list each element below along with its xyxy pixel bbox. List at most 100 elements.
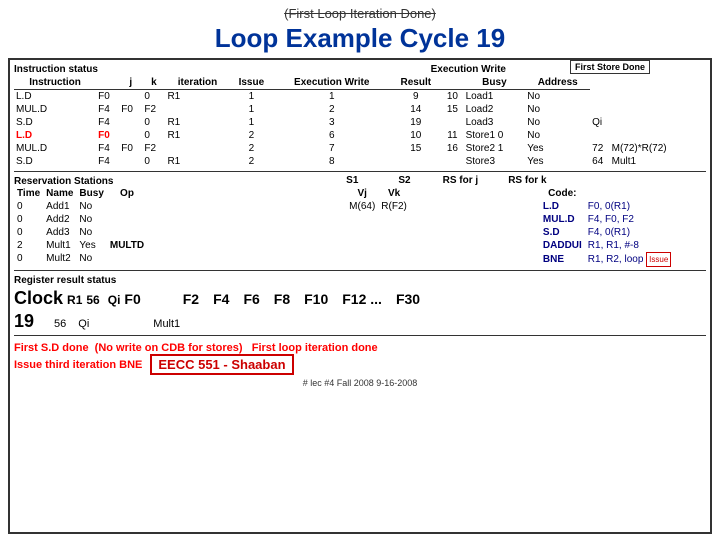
instr-address: 72 M(72)*R(72) bbox=[590, 142, 706, 155]
instr-write: 15 bbox=[441, 103, 463, 116]
reg-f12: F12 ... bbox=[342, 291, 382, 307]
res-time: 0 bbox=[14, 252, 43, 265]
instr-exec: 19 bbox=[390, 116, 441, 129]
instr-wb: Store3 bbox=[464, 155, 526, 168]
instr-reg: F0 bbox=[96, 90, 119, 104]
reservation-label: Reservation Stations bbox=[14, 176, 113, 187]
instr-k: 0 bbox=[142, 129, 165, 142]
instr-exec: 9 bbox=[390, 90, 441, 104]
res-busy-col: Busy bbox=[76, 187, 106, 200]
instr-busy: Yes bbox=[525, 155, 590, 168]
instr-iteration: 1 bbox=[230, 90, 274, 104]
instr-k: 0 bbox=[142, 90, 165, 104]
r1-56-label: 56 bbox=[54, 318, 66, 330]
instr-write bbox=[441, 116, 463, 129]
table-row: S.D F4 0 R1 1 3 19 Load3 No Qi bbox=[14, 116, 706, 129]
instr-col-exec: Execution Write bbox=[273, 76, 390, 90]
res-vk-col: Vk bbox=[378, 187, 410, 200]
instr-busy: No bbox=[525, 90, 590, 104]
instr-col-issue: Issue bbox=[230, 76, 274, 90]
instr-col-instruction: Instruction bbox=[14, 76, 96, 90]
instr-busy: No bbox=[525, 129, 590, 142]
instr-iteration: 1 bbox=[230, 116, 274, 129]
table-row: L.D F0 0 R1 1 1 9 10 Load1 No bbox=[14, 90, 706, 104]
instr-iter-k: R1 bbox=[165, 116, 229, 129]
instr-iteration: 1 bbox=[230, 103, 274, 116]
first-store-badge: First Store Done bbox=[570, 60, 650, 74]
instr-write: 16 bbox=[441, 142, 463, 155]
res-op bbox=[107, 252, 147, 265]
instr-address bbox=[590, 90, 706, 104]
instr-iter-k bbox=[165, 103, 229, 116]
instr-issue: 8 bbox=[273, 155, 390, 168]
res-code-header-row: Code: bbox=[540, 187, 674, 200]
res-busy: No bbox=[76, 200, 106, 213]
table-row: 0 Add1 No bbox=[14, 200, 147, 213]
res-name: Mult2 bbox=[43, 252, 76, 265]
instr-address bbox=[590, 129, 706, 142]
res-op-col: Op bbox=[107, 187, 147, 200]
res-code-args-col bbox=[585, 187, 675, 200]
table-row: S.D F4, 0(R1) bbox=[540, 226, 674, 239]
res-time-col: Time bbox=[14, 187, 43, 200]
instr-col-write: Result bbox=[390, 76, 441, 90]
table-row: MUL.D F4, F0, F2 bbox=[540, 213, 674, 226]
instr-iter-k: R1 bbox=[165, 90, 229, 104]
instr-iteration: 2 bbox=[230, 155, 274, 168]
res-busy: No bbox=[76, 226, 106, 239]
reg-result-section: Register result status Clock R1 56 Qi F0… bbox=[14, 274, 706, 332]
instr-wb: Store1 0 bbox=[464, 129, 526, 142]
reg-spacer: F2 bbox=[183, 291, 199, 307]
res-code-col: Code: bbox=[540, 187, 585, 200]
instr-name: MUL.D bbox=[14, 142, 96, 155]
instruction-section: Instruction status Execution Write Instr… bbox=[14, 64, 706, 168]
instr-write: 10 bbox=[441, 90, 463, 104]
instr-reg: F4 bbox=[96, 155, 119, 168]
instr-col-address: Address bbox=[525, 76, 590, 90]
instr-j: F0 bbox=[119, 103, 142, 116]
table-row: L.D F0, 0(R1) bbox=[540, 200, 674, 213]
instr-iteration: 2 bbox=[230, 129, 274, 142]
res-vjvk-header-row: Vj Vk bbox=[346, 187, 410, 200]
res-time: 0 bbox=[14, 213, 43, 226]
instr-col-iteration: iteration bbox=[165, 76, 229, 90]
reg-f6: F6 bbox=[243, 291, 259, 307]
bottom-notes: First S.D done (No write on CDB for stor… bbox=[14, 339, 706, 377]
res-code-op: S.D bbox=[540, 226, 585, 239]
instr-address bbox=[590, 103, 706, 116]
reg-f30: F30 bbox=[396, 291, 420, 307]
table-row: L.D F0 0 R1 2 6 10 11 Store1 0 No bbox=[14, 129, 706, 142]
reg-f8: F8 bbox=[274, 291, 290, 307]
reservation-section: Reservation Stations S1 S2 RS for j RS f… bbox=[14, 175, 706, 267]
instr-j: F0 bbox=[119, 142, 142, 155]
instr-issue: 1 bbox=[273, 90, 390, 104]
instr-wb: Load1 bbox=[464, 90, 526, 104]
res-code-args: R1, R1, #-8 bbox=[585, 239, 675, 252]
res-code-args: R1, R2, loop Issue bbox=[585, 252, 675, 267]
instr-j bbox=[119, 90, 142, 104]
instr-iter-k bbox=[165, 142, 229, 155]
instr-col-wb bbox=[441, 76, 463, 90]
table-row: MUL.D F4 F0 F2 1 2 14 15 Load2 No bbox=[14, 103, 706, 116]
instr-k: F2 bbox=[142, 103, 165, 116]
res-time: 0 bbox=[14, 200, 43, 213]
divider-1 bbox=[14, 171, 706, 172]
note-line-2: Issue third iteration BNE EECC 551 - Sha… bbox=[14, 354, 706, 375]
instr-issue: 7 bbox=[273, 142, 390, 155]
res-code-op: BNE bbox=[540, 252, 585, 267]
instr-busy: No bbox=[525, 103, 590, 116]
res-op: MULTD bbox=[107, 239, 147, 252]
instr-name: MUL.D bbox=[14, 103, 96, 116]
instr-wb: Store2 1 bbox=[464, 142, 526, 155]
clock-value: 19 bbox=[14, 311, 34, 332]
note-line-1: First S.D done (No write on CDB for stor… bbox=[14, 342, 706, 354]
instr-reg: F4 bbox=[96, 103, 119, 116]
res-name: Mult1 bbox=[43, 239, 76, 252]
note2-text: Issue third iteration BNE bbox=[14, 359, 142, 371]
res-busy: No bbox=[76, 213, 106, 226]
clock-regs: F0 F2 F4 F6 F8 F10 F12 ... F30 bbox=[124, 291, 706, 307]
clock-value-row: 19 56 Qi Mult1 bbox=[14, 311, 706, 332]
instr-reg: F4 bbox=[96, 142, 119, 155]
instr-reg: F4 bbox=[96, 116, 119, 129]
instr-col-busy: Busy bbox=[464, 76, 526, 90]
